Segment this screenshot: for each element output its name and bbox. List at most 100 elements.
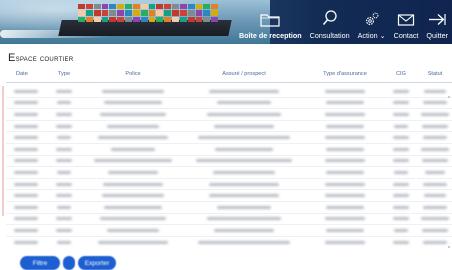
table-cell: [6, 240, 44, 244]
table-cell: [306, 217, 384, 221]
nav-contact[interactable]: Contact: [390, 0, 423, 44]
col-header-insurance-type[interactable]: Type d'assurance: [306, 71, 384, 77]
redacted-value: [425, 170, 445, 174]
export-button[interactable]: Exporter: [78, 256, 116, 270]
table-row[interactable]: [6, 144, 452, 156]
container-block: [132, 4, 140, 10]
table-cell: [418, 194, 452, 198]
nav-consultation[interactable]: Consultation: [306, 0, 354, 44]
redacted-value: [94, 159, 172, 163]
col-header-police[interactable]: Police: [84, 71, 182, 77]
table-cell: [6, 101, 44, 105]
table-row[interactable]: [6, 167, 452, 179]
redacted-value: [56, 194, 72, 198]
col-header-type[interactable]: Type: [44, 71, 84, 77]
table-cell: [6, 217, 44, 221]
table-cell: [44, 147, 84, 151]
container-block: [93, 10, 101, 16]
container-block: [78, 4, 85, 10]
table-cell: [84, 89, 182, 93]
container-block: [125, 16, 132, 22]
table-cell: [84, 147, 182, 151]
redacted-value: [393, 147, 409, 151]
nav-action[interactable]: Action ⌄: [354, 0, 390, 44]
ship-hull: [58, 20, 232, 36]
col-header-cig[interactable]: CIG: [384, 71, 418, 77]
table-cell: [306, 205, 384, 209]
table-row[interactable]: [6, 202, 452, 214]
table-cell: [182, 194, 306, 198]
table-cell: [384, 228, 418, 232]
redacted-value: [325, 240, 365, 244]
table-row[interactable]: [6, 179, 452, 191]
nav-quit[interactable]: Quitter: [422, 0, 452, 44]
table-cell: [418, 159, 452, 163]
nav-inbox[interactable]: Boîte de reception: [235, 0, 306, 44]
redacted-value: [423, 240, 447, 244]
container-block: [172, 10, 179, 16]
redacted-value: [326, 228, 364, 232]
exit-arrow-icon: [429, 14, 446, 25]
redacted-value: [326, 170, 364, 174]
table-row[interactable]: [6, 214, 452, 226]
table-row[interactable]: [6, 237, 452, 246]
redacted-value: [326, 205, 364, 209]
table-cell: [384, 217, 418, 221]
table-cell: [384, 136, 418, 140]
filter-button[interactable]: Filtre: [20, 256, 60, 270]
col-header-status[interactable]: Statut: [418, 71, 452, 77]
nav-consultation-label: Consultation: [309, 31, 350, 40]
col-header-insured[interactable]: Assuré / prospect: [182, 71, 306, 77]
table-cell: [44, 194, 84, 198]
container-block: [148, 4, 156, 10]
table-cell: [418, 228, 452, 232]
col-header-date[interactable]: Date: [6, 71, 44, 77]
redacted-value: [104, 205, 162, 209]
table-cell: [182, 136, 306, 140]
table-body: [6, 86, 452, 246]
mail-icon: [397, 14, 415, 26]
table-cell: [418, 240, 452, 244]
redacted-value: [421, 112, 449, 116]
table-cell: [418, 112, 452, 116]
table-row[interactable]: [6, 225, 452, 237]
table-cell: [6, 147, 44, 151]
table-row[interactable]: [6, 132, 452, 144]
table-row[interactable]: [6, 86, 452, 98]
table-cell: [6, 194, 44, 198]
table-cell: [84, 159, 182, 163]
redacted-value: [209, 194, 279, 198]
redacted-value: [57, 170, 71, 174]
nav-action-label: Action ⌄: [357, 31, 386, 40]
container-block: [156, 10, 164, 16]
redacted-value: [14, 101, 38, 105]
table-cell: [306, 147, 384, 151]
table-cell: [182, 101, 306, 105]
table-row[interactable]: [6, 98, 452, 110]
table-row[interactable]: [6, 156, 452, 168]
table-cell: [6, 112, 44, 116]
container-block: [187, 16, 195, 22]
redacted-value: [14, 182, 38, 186]
table-row[interactable]: [6, 190, 452, 202]
redacted-value: [424, 89, 446, 93]
table-row[interactable]: [6, 121, 452, 133]
table-cell: [418, 101, 452, 105]
redacted-value: [107, 228, 159, 232]
redacted-value: [422, 228, 448, 232]
redacted-value: [207, 217, 281, 221]
redacted-value: [56, 217, 72, 221]
table-cell: [44, 101, 84, 105]
redacted-value: [14, 112, 38, 116]
redacted-value: [393, 159, 409, 163]
table-row[interactable]: [6, 109, 452, 121]
filter-toggle-button[interactable]: [63, 256, 75, 270]
redacted-value: [57, 205, 71, 209]
table-cell: [44, 136, 84, 140]
table-cell: [84, 194, 182, 198]
table-cell: [44, 124, 84, 128]
nav-contact-label: Contact: [393, 31, 419, 40]
redacted-value: [102, 194, 164, 198]
container-block: [211, 16, 218, 22]
table-cell: [6, 124, 44, 128]
